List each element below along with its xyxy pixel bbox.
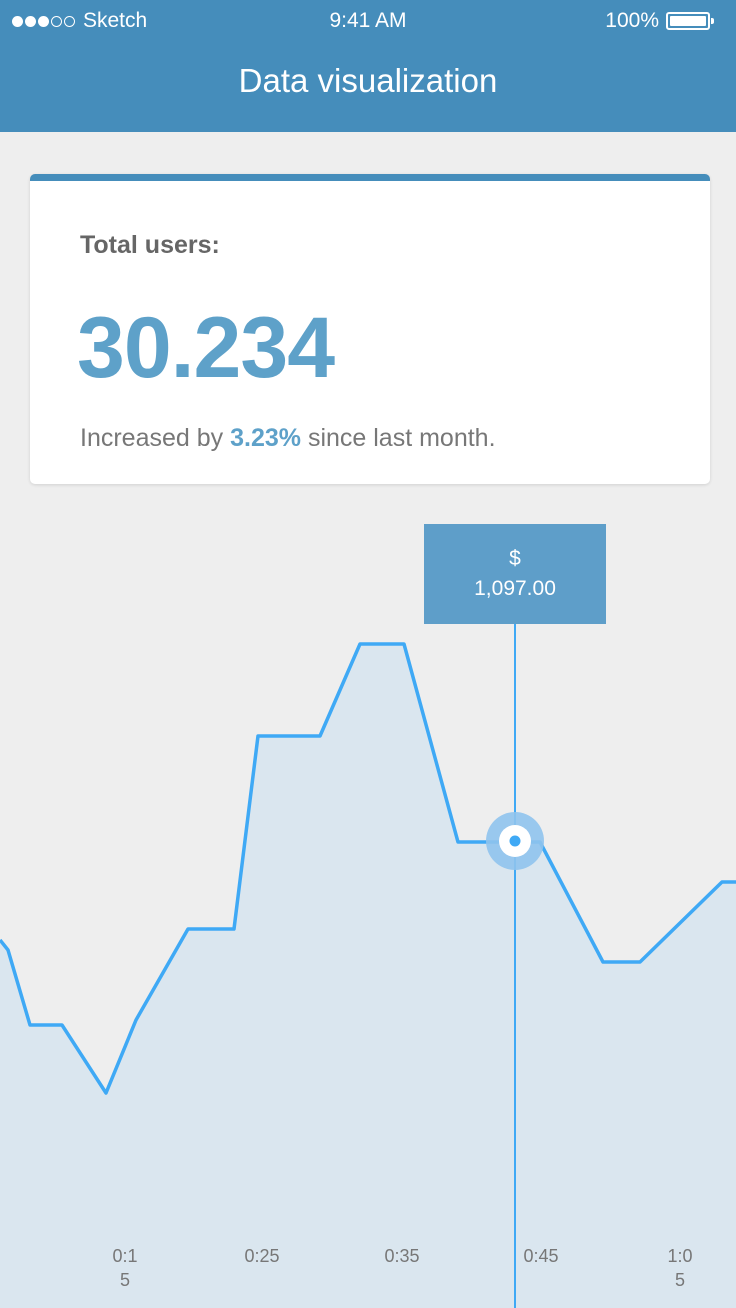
growth-percent: 3.23% [230,424,301,452]
x-tick-text: 0:35 [384,1246,420,1266]
x-tick-label: 1:0 5 [660,1244,700,1292]
status-bar: Sketch 9:41 AM 100% [0,0,736,42]
page-title: Data visualization [238,62,498,99]
total-users-value: 30.234 [77,300,335,396]
total-users-label: Total users: [80,231,220,259]
growth-prefix: Increased by [80,424,224,452]
x-tick-text: 0:45 [523,1246,559,1266]
tooltip-value: 1,097.00 [474,577,556,600]
x-tick-text: 0:1 [112,1246,138,1266]
battery-percent: 100% [605,9,659,32]
marker-dot [509,835,521,847]
growth-suffix: since last month. [307,424,496,452]
tooltip-currency: $ [509,547,521,570]
x-tick-text: 5 [674,1270,685,1290]
x-tick-text: 5 [119,1270,130,1290]
x-tick-text: 0:25 [244,1246,280,1266]
value-tooltip: $ 1,097.00 [424,524,606,624]
growth-text: Increased by 3.23% since last month. [80,424,496,453]
total-users-card: Total users: 30.234 Increased by 3.23% s… [30,174,710,484]
battery-icon [666,12,714,30]
x-tick-label: 0:35 [377,1244,427,1268]
x-tick-label: 0:25 [237,1244,287,1268]
battery-status: 100% [605,9,714,33]
app-header: Sketch 9:41 AM 100% Data visualization [0,0,736,132]
area-chart[interactable] [0,500,736,1308]
x-tick-label: 0:1 5 [105,1244,145,1292]
x-tick-text: 1:0 [667,1246,693,1266]
x-tick-label: 0:45 [516,1244,566,1268]
area-fill [0,644,736,1308]
